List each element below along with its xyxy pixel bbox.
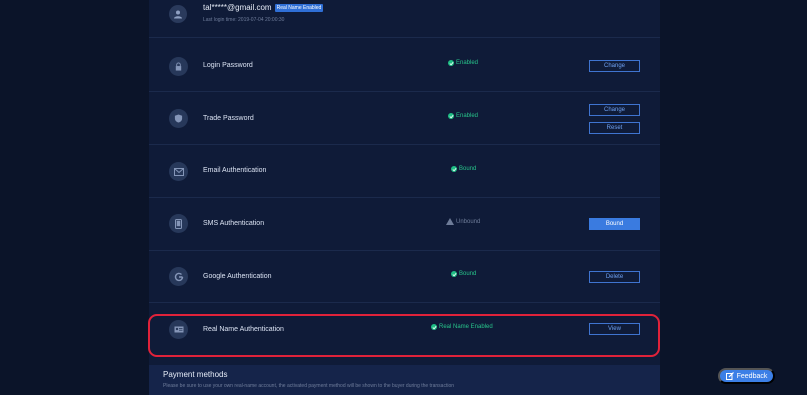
google-icon	[174, 272, 183, 281]
status-text: Bound	[459, 166, 477, 172]
check-icon	[448, 113, 454, 119]
shield-icon	[174, 114, 183, 123]
mail-icon-circle	[169, 162, 188, 181]
last-login-time: Last login time: 2019-07-04 20:00:30	[203, 17, 285, 23]
status-text: Enabled	[456, 60, 479, 66]
edit-icon	[725, 372, 734, 380]
phone-icon-circle	[169, 214, 188, 233]
security-row-sms-auth: SMS Authentication Unbound Bound	[149, 199, 660, 251]
phone-icon	[175, 218, 182, 229]
status-email-auth: Bound	[451, 166, 476, 172]
highlight-box	[148, 314, 660, 357]
security-row-google-auth: Google Authentication Bound Delete	[149, 251, 660, 303]
avatar	[169, 5, 187, 23]
feedback-button[interactable]: Feedback	[718, 368, 775, 384]
check-icon	[451, 166, 457, 172]
payment-methods-section: Payment methods Please be sure to use yo…	[149, 365, 660, 395]
warning-icon	[446, 218, 454, 225]
security-row-trade-password: Trade Password Enabled Change Reset	[149, 93, 660, 145]
delete-google-auth-button[interactable]: Delete	[589, 271, 640, 283]
user-icon	[174, 10, 182, 19]
bind-sms-button[interactable]: Bound	[589, 218, 640, 230]
change-login-password-button[interactable]: Change	[589, 60, 640, 72]
shield-icon-circle	[169, 109, 188, 128]
row-label-email-auth: Email Authentication	[203, 167, 267, 174]
reset-trade-password-button[interactable]: Reset	[589, 122, 640, 134]
security-row-email-auth: Email Authentication Bound	[149, 146, 660, 198]
payment-methods-title: Payment methods	[163, 370, 228, 379]
status-text: Enabled	[456, 113, 479, 119]
status-trade-password: Enabled	[448, 113, 478, 119]
user-email-text: tal*****@gmail.com	[203, 3, 272, 12]
google-icon-circle	[169, 267, 188, 286]
status-google-auth: Bound	[451, 271, 476, 277]
lock-icon-circle	[169, 57, 188, 76]
change-trade-password-button[interactable]: Change	[589, 104, 640, 116]
row-label-login-password: Login Password	[203, 62, 253, 69]
check-icon	[448, 60, 454, 66]
status-text: Unbound	[456, 218, 481, 225]
user-info-row: tal*****@gmail.com Real Name Enabled Last…	[149, 0, 660, 38]
user-email: tal*****@gmail.com Real Name Enabled	[203, 3, 324, 12]
feedback-label: Feedback	[736, 372, 768, 380]
security-row-login-password: Login Password Enabled Change	[149, 40, 660, 92]
row-label-sms-auth: SMS Authentication	[203, 220, 265, 227]
status-sms-auth: Unbound	[446, 218, 480, 225]
row-label-trade-password: Trade Password	[203, 115, 254, 122]
payment-methods-note: Please be sure to use your own real-name…	[163, 383, 455, 389]
mail-icon	[173, 167, 184, 176]
real-name-badge: Real Name Enabled	[274, 4, 324, 12]
row-label-google-auth: Google Authentication	[203, 273, 272, 280]
check-icon	[451, 271, 457, 277]
status-login-password: Enabled	[448, 60, 478, 66]
status-text: Bound	[459, 271, 477, 277]
lock-icon	[175, 62, 182, 71]
